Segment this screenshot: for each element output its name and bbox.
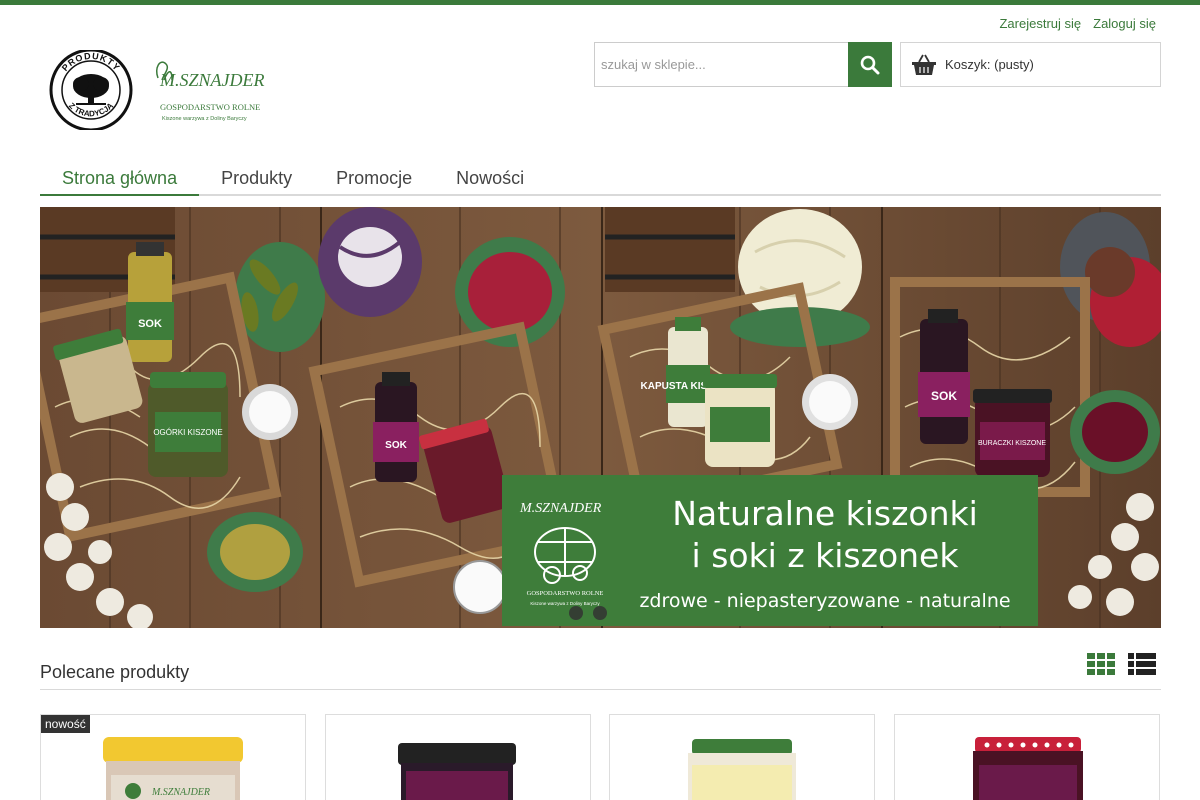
- search-icon: [860, 55, 880, 74]
- nav-item-home[interactable]: Strona główna: [40, 160, 200, 196]
- banner-tagline: zdrowe - niepasteryzowane - naturalne: [639, 590, 1010, 612]
- cart-button[interactable]: Koszyk: (pusty): [900, 42, 1161, 87]
- product-card[interactable]: [609, 714, 875, 800]
- brand-tagline-text: Kiszone warzywa z Doliny Baryczy: [162, 116, 247, 122]
- msznajder-logo[interactable]: M.SZNAJDER GOSPODARSTWO ROLNE Kiszone wa…: [150, 50, 280, 130]
- product-card[interactable]: nowość M.SZNAJDER: [40, 714, 306, 800]
- top-accent-bar: [0, 0, 1200, 5]
- list-icon: [1128, 653, 1156, 675]
- search-input[interactable]: [594, 42, 848, 87]
- main-nav: Strona główna Produkty Promocje Nowości: [40, 160, 1161, 196]
- login-link[interactable]: Zaloguj się: [1093, 16, 1156, 31]
- hero-image: SOK OGÓRKI KISZONE SOK KAPUSTA KISZONA S…: [40, 207, 1161, 628]
- register-link[interactable]: Zarejestruj się: [999, 16, 1081, 31]
- product-image: [688, 739, 796, 800]
- banner-brand-tagline-text: Kiszone warzywa z Doliny Baryczy: [530, 601, 600, 606]
- brand-sub-text: GOSPODARSTWO ROLNE: [160, 102, 260, 112]
- featured-products-title: Polecane produkty: [40, 662, 190, 682]
- banner-brand-text: M.SZNAJDER: [519, 501, 602, 516]
- jar-label-1: SOK: [138, 318, 162, 330]
- product-image: [973, 737, 1083, 800]
- banner-headline-1: Naturalne kiszonki: [672, 494, 978, 533]
- list-view-button[interactable]: [1128, 653, 1156, 675]
- jar-label-6: BURACZKI KISZONE: [978, 440, 1046, 447]
- account-links: Zarejestruj się Zaloguj się: [999, 16, 1156, 31]
- product-brand-text: M.SZNAJDER: [151, 787, 210, 798]
- nav-item-new[interactable]: Nowości: [434, 160, 546, 194]
- jar-label-2: OGÓRKI KISZONE: [153, 428, 222, 437]
- banner-headline-2: i soki z kiszonek: [692, 536, 960, 575]
- product-card[interactable]: [894, 714, 1160, 800]
- section-divider: [40, 689, 1161, 690]
- product-image: [398, 743, 516, 800]
- search-bar: [594, 42, 892, 87]
- search-button[interactable]: [848, 42, 892, 87]
- new-badge: nowość: [41, 715, 90, 733]
- slider-dot-2[interactable]: [593, 606, 607, 620]
- grid-icon: [1087, 653, 1115, 675]
- nav-item-promotions[interactable]: Promocje: [314, 160, 434, 194]
- hero-slider[interactable]: SOK OGÓRKI KISZONE SOK KAPUSTA KISZONA S…: [40, 207, 1161, 628]
- brand-name-text: M.SZNAJDER: [159, 70, 264, 90]
- slider-dot-1[interactable]: [569, 606, 583, 620]
- banner-brand-sub-text: GOSPODARSTWO ROLNE: [527, 590, 604, 597]
- grid-view-button[interactable]: [1087, 653, 1115, 675]
- cart-label: Koszyk: (pusty): [945, 57, 1034, 72]
- nav-item-products[interactable]: Produkty: [199, 160, 314, 194]
- produkty-z-tradycja-logo[interactable]: PRODUKTY Z TRADYCJĄ: [48, 48, 134, 132]
- product-card[interactable]: [325, 714, 591, 800]
- basket-icon: [912, 54, 936, 75]
- jar-label-3: SOK: [385, 440, 407, 451]
- jar-label-5: SOK: [931, 389, 957, 403]
